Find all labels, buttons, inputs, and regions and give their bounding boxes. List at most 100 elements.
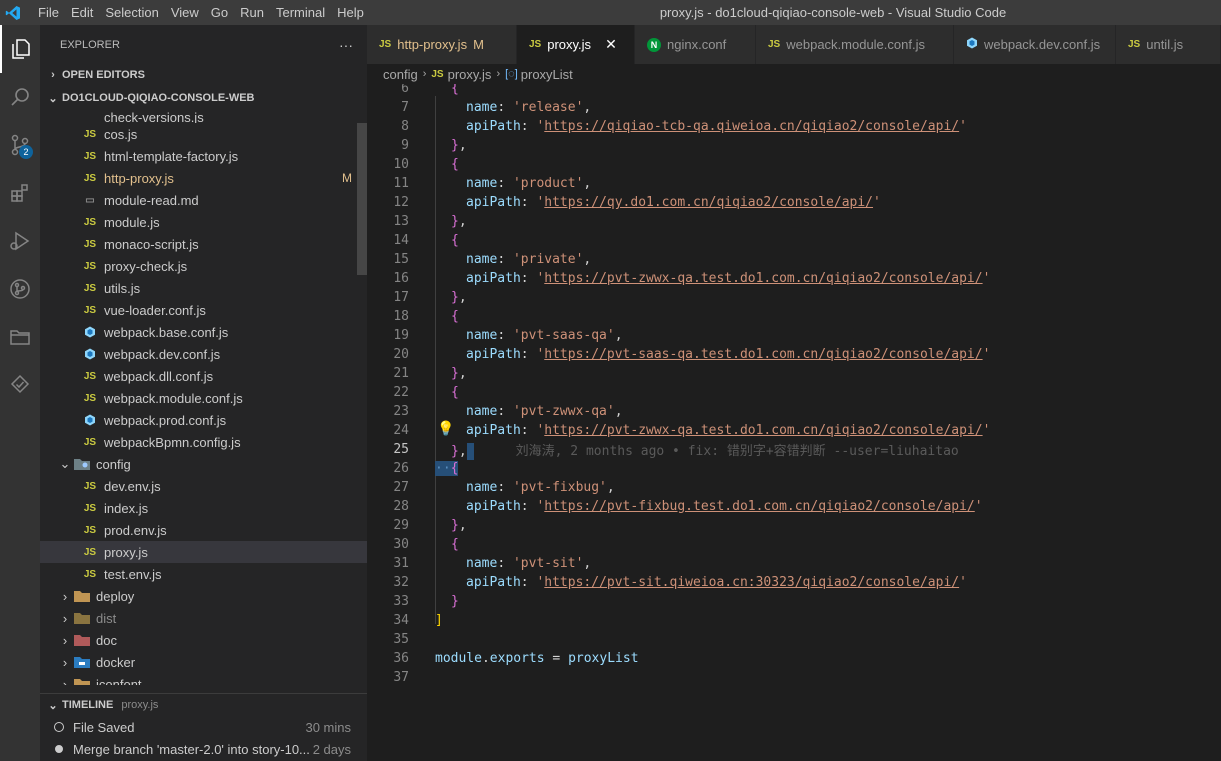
tab-proxy[interactable]: JS proxy.js ✕ <box>517 25 635 64</box>
file-item[interactable]: JS prod.env.js <box>40 519 367 541</box>
file-item[interactable]: webpack.base.conf.js <box>40 321 367 343</box>
breadcrumb-file[interactable]: proxy.js <box>448 67 492 82</box>
file-item-selected[interactable]: JS proxy.js <box>40 541 367 563</box>
file-item[interactable]: JS vue-loader.conf.js <box>40 299 367 321</box>
menu-file[interactable]: File <box>32 0 65 25</box>
circle-icon <box>54 722 64 732</box>
code-line: 12 apiPath: 'https://qy.do1.com.cn/qiqia… <box>367 193 1221 212</box>
menu-run[interactable]: Run <box>234 0 270 25</box>
file-label: webpack.dev.conf.js <box>104 346 221 362</box>
file-item[interactable]: ▭ module-read.md <box>40 189 367 211</box>
line-number: 19 <box>393 328 409 343</box>
tab-label: proxy.js <box>547 37 592 52</box>
line-number: 31 <box>393 556 409 571</box>
menu-edit[interactable]: Edit <box>65 0 99 25</box>
breadcrumb-symbol[interactable]: proxyList <box>521 67 573 82</box>
file-item[interactable]: JS html-template-factory.js <box>40 145 367 167</box>
remote-explorer-activity[interactable] <box>0 313 40 361</box>
file-label: cos.js <box>104 126 138 142</box>
line-number: 17 <box>393 290 409 305</box>
tab-http-proxy[interactable]: JS http-proxy.js M <box>367 25 517 64</box>
file-item[interactable]: check-versions.js <box>40 111 367 123</box>
tab-until[interactable]: JS until.js <box>1116 25 1221 64</box>
chevron-down-icon: ⌄ <box>48 699 58 712</box>
file-item[interactable]: JS module.js <box>40 211 367 233</box>
menu-help[interactable]: Help <box>331 0 370 25</box>
line-number: 26 <box>393 461 409 476</box>
chevron-right-icon: › <box>51 69 55 81</box>
scm-badge: 2 <box>19 145 33 159</box>
line-number: 7 <box>401 100 409 115</box>
timeline-item[interactable]: File Saved 30 mins <box>40 716 367 738</box>
run-debug-activity[interactable] <box>0 217 40 265</box>
menu-selection[interactable]: Selection <box>99 0 164 25</box>
file-item[interactable]: JS http-proxy.js M <box>40 167 367 189</box>
folder-item[interactable]: › deploy <box>40 585 367 607</box>
more-actions-icon[interactable]: ··· <box>339 37 353 53</box>
file-item[interactable]: JS monaco-script.js <box>40 233 367 255</box>
tab-label: webpack.module.conf.js <box>786 37 925 52</box>
webpack-file-icon <box>966 37 978 52</box>
folder-item[interactable]: › doc <box>40 629 367 651</box>
close-icon[interactable]: ✕ <box>605 36 617 53</box>
js-file-icon: JS <box>431 68 444 80</box>
sidebar-scrollbar[interactable] <box>357 123 367 275</box>
file-item[interactable]: JS utils.js <box>40 277 367 299</box>
file-item[interactable]: JS test.env.js <box>40 563 367 585</box>
js-file-icon: JS <box>83 260 97 272</box>
file-item[interactable]: JS cos.js <box>40 123 367 145</box>
line-number: 15 <box>393 252 409 267</box>
file-item[interactable]: JS webpack.dll.conf.js <box>40 365 367 387</box>
open-editors-section[interactable]: › OPEN EDITORS <box>40 64 367 86</box>
file-item[interactable]: JS proxy-check.js <box>40 255 367 277</box>
menu-terminal[interactable]: Terminal <box>270 0 331 25</box>
timeline-file: proxy.js <box>121 699 159 711</box>
file-label: webpack.module.conf.js <box>104 390 243 406</box>
timeline-header[interactable]: ⌄ TIMELINE proxy.js <box>40 694 367 716</box>
file-item[interactable]: JS dev.env.js <box>40 475 367 497</box>
folder-doc-icon <box>74 632 90 648</box>
explorer-activity[interactable] <box>0 25 40 73</box>
code-text: module.exports = proxyList <box>435 651 639 666</box>
chevron-down-icon: ⌄ <box>48 92 58 105</box>
tab-webpack-dev[interactable]: webpack.dev.conf.js <box>954 25 1116 64</box>
code-line: 19 name: 'pvt-saas-qa', <box>367 326 1221 345</box>
menu-bar: File Edit Selection View Go Run Terminal… <box>32 0 370 25</box>
file-item[interactable]: JS webpackBpmn.config.js <box>40 431 367 453</box>
search-activity[interactable] <box>0 73 40 121</box>
extensions-icon <box>11 184 28 202</box>
file-item[interactable]: webpack.prod.conf.js <box>40 409 367 431</box>
file-label: http-proxy.js <box>104 170 174 186</box>
folder-item[interactable]: › iconfont <box>40 673 367 685</box>
gitlens-activity[interactable] <box>0 265 40 313</box>
js-file-icon: JS <box>379 39 392 50</box>
folder-item[interactable]: › dist <box>40 607 367 629</box>
tab-webpack-module[interactable]: JS webpack.module.conf.js <box>756 25 954 64</box>
project-section[interactable]: ⌄ DO1CLOUD-QIQIAO-CONSOLE-WEB <box>40 87 367 109</box>
timeline-item[interactable]: Merge branch 'master-2.0' into story-10.… <box>40 738 367 760</box>
folder-config[interactable]: ⌄ config <box>40 453 367 475</box>
file-item[interactable]: JS webpack.module.conf.js <box>40 387 367 409</box>
explorer-sidebar: EXPLORER ··· › OPEN EDITORS ⌄ DO1CLOUD-Q… <box>40 25 367 761</box>
file-label: utils.js <box>104 280 141 296</box>
js-file-icon: JS <box>83 546 97 558</box>
source-control-activity[interactable]: 2 <box>0 121 40 169</box>
code-text: name: 'release', <box>466 100 592 115</box>
file-label: check-versions.js <box>104 111 204 123</box>
circle-icon <box>55 745 63 753</box>
explorer-title: EXPLORER <box>60 38 120 51</box>
file-item[interactable]: JS index.js <box>40 497 367 519</box>
timeline-time: 2 days <box>312 741 351 757</box>
extensions-activity[interactable] <box>0 169 40 217</box>
code-line: 30 { <box>367 535 1221 554</box>
variable-icon: [◌] <box>505 68 518 80</box>
folder-label: iconfont <box>96 676 142 686</box>
menu-go[interactable]: Go <box>205 0 234 25</box>
file-item[interactable]: webpack.dev.conf.js <box>40 343 367 365</box>
code-editor[interactable]: 💡 6 { 7 name: 'release', 8 apiPath: 'htt… <box>367 84 1221 761</box>
breadcrumb-folder[interactable]: config <box>383 67 418 82</box>
menu-view[interactable]: View <box>165 0 205 25</box>
tab-nginx[interactable]: N nginx.conf <box>635 25 756 64</box>
testing-activity[interactable] <box>0 361 40 409</box>
folder-item[interactable]: › docker <box>40 651 367 673</box>
